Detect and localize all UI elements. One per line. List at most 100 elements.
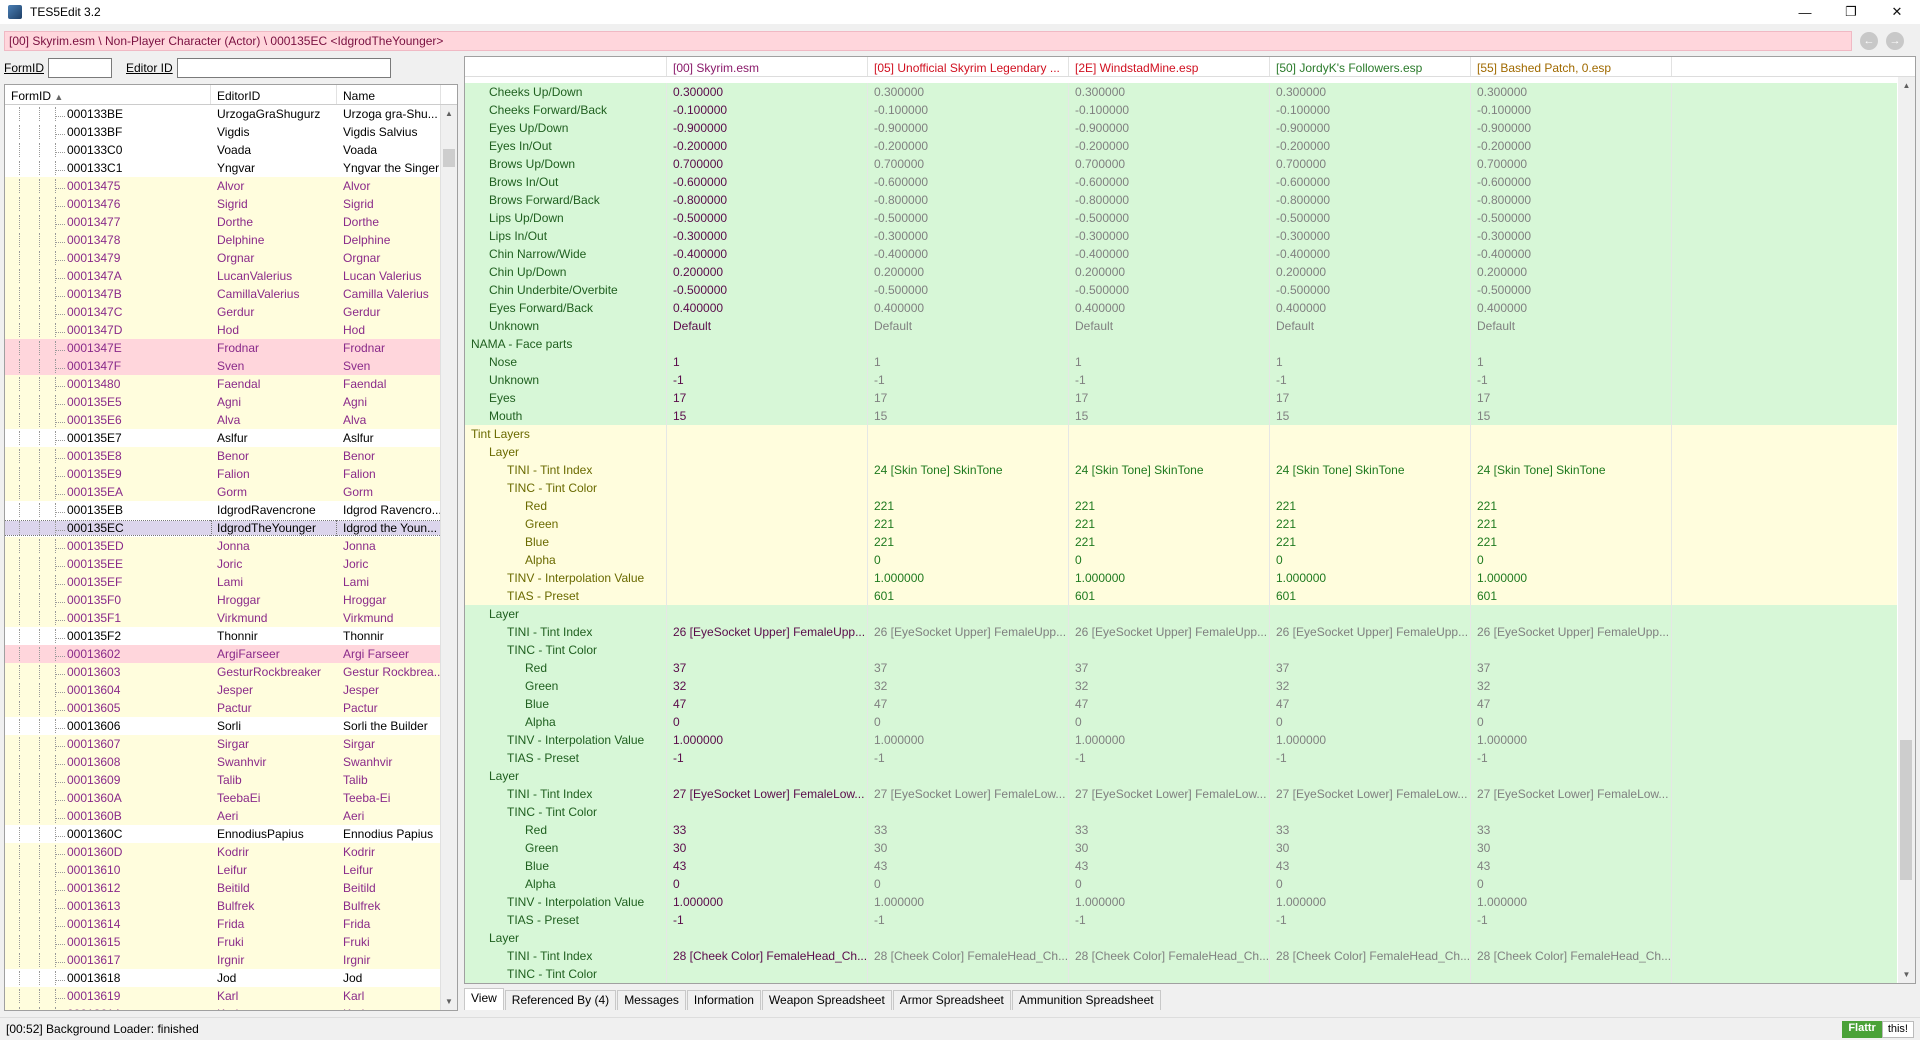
grid-row[interactable]: TINI - Tint Index 26 [EyeSocket Upper] Fe… [465, 623, 1897, 641]
field-value[interactable]: 221 [1270, 515, 1471, 533]
field-value[interactable] [667, 767, 868, 785]
field-value[interactable]: -0.800000 [868, 191, 1069, 209]
field-value[interactable] [1270, 605, 1471, 623]
field-value[interactable]: -1 [1471, 749, 1672, 767]
tree-row[interactable]: 00013475 Alvor Alvor [5, 177, 441, 195]
field-value[interactable]: 0 [868, 875, 1069, 893]
field-value[interactable] [667, 461, 868, 479]
field-value[interactable]: 47 [1471, 695, 1672, 713]
field-value[interactable]: Default [1270, 317, 1471, 335]
field-value[interactable]: -0.100000 [1270, 101, 1471, 119]
field-value[interactable]: -1 [1270, 371, 1471, 389]
field-value[interactable]: 47 [868, 695, 1069, 713]
tree-row[interactable]: 0001347C Gerdur Gerdur [5, 303, 441, 321]
grid-scrollbar[interactable]: ▲ ▼ [1898, 77, 1915, 983]
field-value[interactable]: 30 [868, 839, 1069, 857]
field-value[interactable] [868, 965, 1069, 983]
field-value[interactable]: 37 [1270, 659, 1471, 677]
tree-scrollbar[interactable]: ▲ ▼ [440, 105, 457, 1010]
grid-row[interactable]: Unknown -1 -1 -1 -1 -1 [465, 371, 1897, 389]
field-value[interactable]: 0 [667, 713, 868, 731]
field-value[interactable]: 1.000000 [868, 893, 1069, 911]
grid-row[interactable]: Chin Narrow/Wide -0.400000 -0.400000 -0.400… [465, 245, 1897, 263]
field-value[interactable] [1270, 425, 1471, 443]
grid-row[interactable]: TINC - Tint Color [465, 965, 1897, 983]
tree-row[interactable]: 000135EE Joric Joric [5, 555, 441, 573]
field-value[interactable]: -0.800000 [1069, 191, 1270, 209]
tree-row[interactable]: 00013480 Faendal Faendal [5, 375, 441, 393]
tree-row[interactable]: 0001347E Frodnar Frodnar [5, 339, 441, 357]
field-value[interactable]: 0.700000 [1069, 155, 1270, 173]
field-value[interactable] [1069, 641, 1270, 659]
scroll-thumb[interactable] [443, 149, 455, 167]
field-value[interactable]: -0.100000 [667, 101, 868, 119]
field-value[interactable]: 1.000000 [1069, 569, 1270, 587]
field-value[interactable] [1471, 641, 1672, 659]
field-value[interactable]: 28 [Cheek Color] FemaleHead_Ch... [667, 947, 868, 965]
field-value[interactable] [1471, 965, 1672, 983]
field-value[interactable]: -0.400000 [1069, 245, 1270, 263]
field-value[interactable] [667, 569, 868, 587]
field-value[interactable]: 43 [667, 857, 868, 875]
maximize-button[interactable]: ❐ [1828, 0, 1874, 24]
grid-row[interactable]: Layer [465, 443, 1897, 461]
field-value[interactable]: 30 [1270, 839, 1471, 857]
grid-row[interactable]: Green 30 30 30 30 30 [465, 839, 1897, 857]
field-value[interactable]: -1 [1471, 911, 1672, 929]
tree-row[interactable]: 000135EC IdgrodTheYounger Idgrod the Youn.… [5, 519, 441, 537]
field-value[interactable]: 0 [1069, 875, 1270, 893]
field-value[interactable] [1270, 929, 1471, 947]
field-value[interactable]: 37 [868, 659, 1069, 677]
tab-messages[interactable]: Messages [617, 990, 686, 1010]
plugin-column-header[interactable]: [50] JordyK's Followers.esp [1270, 57, 1471, 76]
tree-row[interactable]: 000133C0 Voada Voada [5, 141, 441, 159]
grid-row[interactable]: TINI - Tint Index 24 [Skin Tone] SkinTone… [465, 461, 1897, 479]
field-value[interactable] [667, 929, 868, 947]
field-value[interactable]: 0.200000 [1471, 263, 1672, 281]
tab-referenced-by-4[interactable]: Referenced By (4) [504, 990, 617, 1010]
field-value[interactable]: 1.000000 [868, 731, 1069, 749]
grid-row[interactable]: Unknown Default Default Default Default Defau… [465, 317, 1897, 335]
tree-row[interactable]: 00013608 Swanhvir Swanhvir [5, 753, 441, 771]
field-value[interactable]: 0.300000 [868, 83, 1069, 101]
field-value[interactable]: 1.000000 [1270, 569, 1471, 587]
field-value[interactable]: -0.500000 [1471, 209, 1672, 227]
field-value[interactable] [1270, 443, 1471, 461]
tree-row[interactable]: 00013609 Talib Talib [5, 771, 441, 789]
field-value[interactable]: -0.300000 [868, 227, 1069, 245]
field-value[interactable]: 32 [1270, 677, 1471, 695]
grid-row[interactable]: Layer [465, 767, 1897, 785]
field-value[interactable] [1270, 803, 1471, 821]
field-value[interactable]: -0.500000 [868, 281, 1069, 299]
field-value[interactable]: 0 [1069, 713, 1270, 731]
field-value[interactable] [1471, 335, 1672, 353]
grid-row[interactable]: Red 33 33 33 33 33 [465, 821, 1897, 839]
field-value[interactable]: 24 [Skin Tone] SkinTone [1069, 461, 1270, 479]
field-value[interactable]: -0.500000 [667, 281, 868, 299]
tree-row[interactable]: 000135E5 Agni Agni [5, 393, 441, 411]
field-value[interactable]: 33 [1270, 821, 1471, 839]
tree-row[interactable]: 00013618 Jod Jod [5, 969, 441, 987]
grid-row[interactable]: Layer [465, 929, 1897, 947]
field-value[interactable] [1069, 479, 1270, 497]
grid-row[interactable]: Nose 1 1 1 1 1 [465, 353, 1897, 371]
field-value[interactable] [667, 479, 868, 497]
tree-row[interactable]: 000135EA Gorm Gorm [5, 483, 441, 501]
field-value[interactable]: -0.400000 [868, 245, 1069, 263]
field-value[interactable]: -0.900000 [1270, 119, 1471, 137]
field-value[interactable]: 601 [1471, 587, 1672, 605]
field-value[interactable]: 0 [1471, 875, 1672, 893]
tree-row[interactable]: 0001347F Sven Sven [5, 357, 441, 375]
grid-row[interactable]: Tint Layers [465, 425, 1897, 443]
flattr-button[interactable]: Flattr this! [1842, 1020, 1914, 1038]
field-value[interactable] [667, 641, 868, 659]
grid-row[interactable]: TINV - Interpolation Value 1.000000 1.0000… [465, 731, 1897, 749]
field-value[interactable]: 43 [1471, 857, 1672, 875]
scroll-down-icon[interactable]: ▼ [441, 993, 457, 1010]
grid-row[interactable]: Cheeks Up/Down 0.300000 0.300000 0.300000 0.… [465, 83, 1897, 101]
tree-row[interactable]: 0001347D Hod Hod [5, 321, 441, 339]
field-value[interactable] [667, 497, 868, 515]
field-value[interactable]: 27 [EyeSocket Lower] FemaleLow... [1270, 785, 1471, 803]
grid-row[interactable]: Green 32 32 32 32 32 [465, 677, 1897, 695]
field-value[interactable]: 26 [EyeSocket Upper] FemaleUpp... [1471, 623, 1672, 641]
